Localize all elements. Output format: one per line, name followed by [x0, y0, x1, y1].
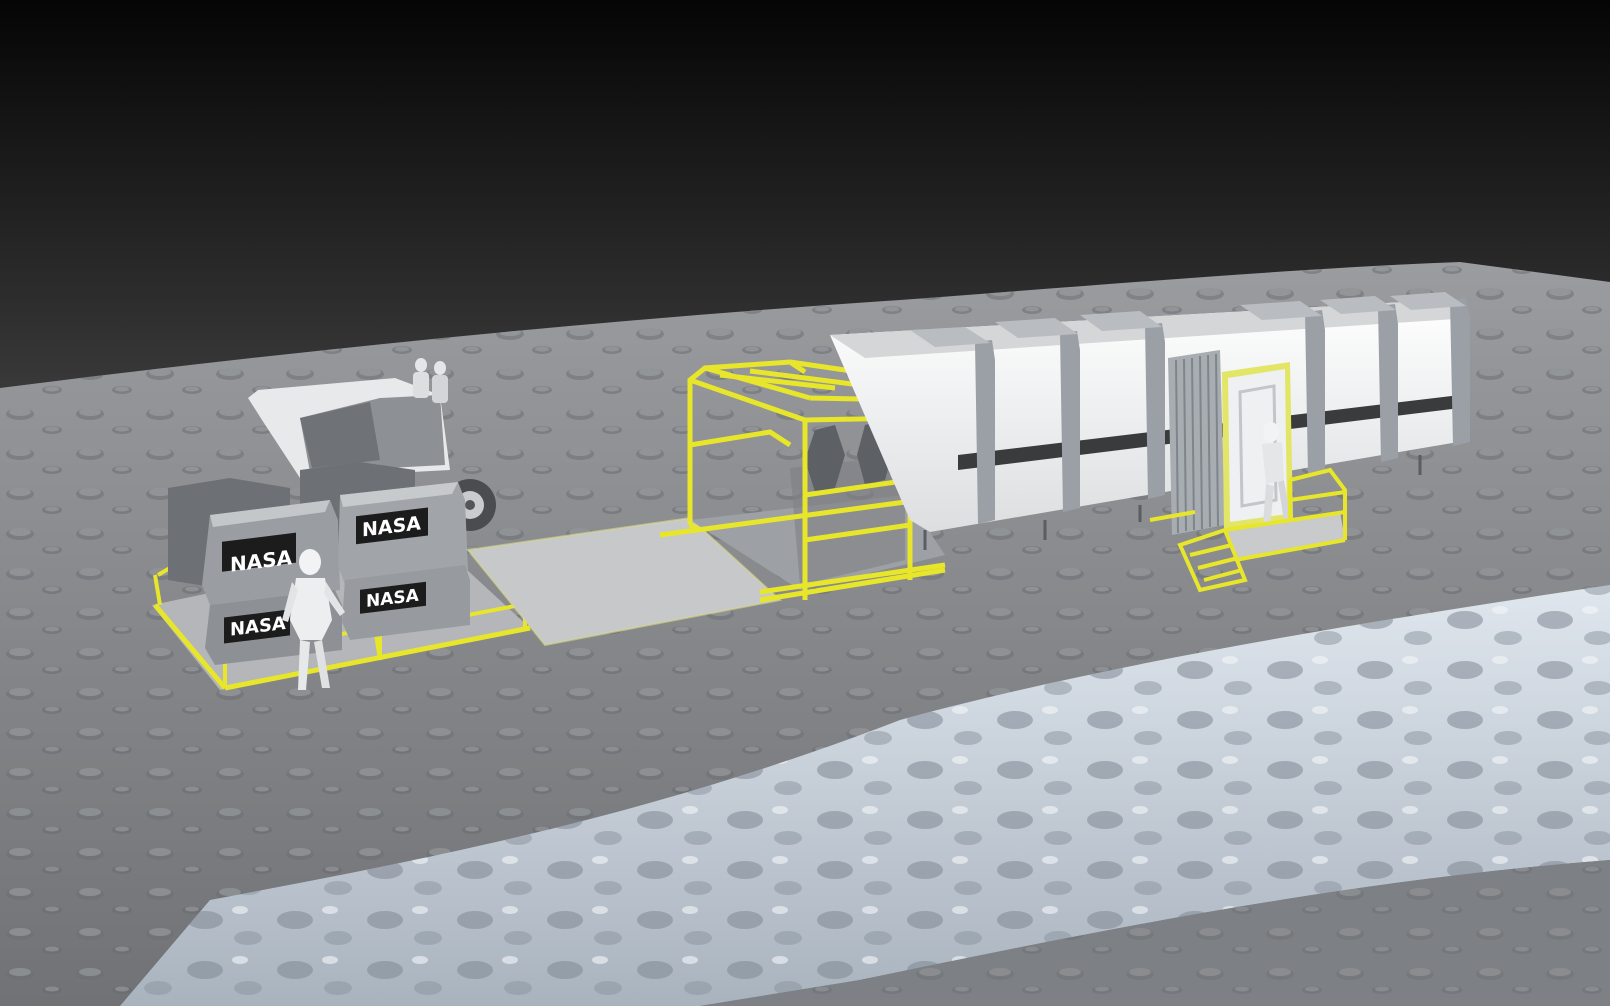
lunar-base-render: NASA NASA NASA NASA: [0, 0, 1610, 1006]
habitat-airlock: [1168, 350, 1293, 535]
scene-svg: NASA NASA NASA NASA: [0, 0, 1610, 1006]
